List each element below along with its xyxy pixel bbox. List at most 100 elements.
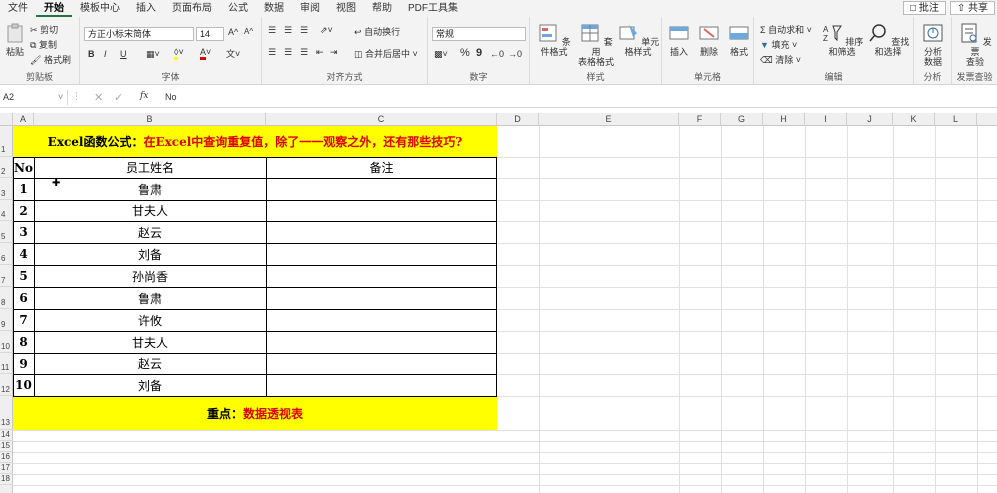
name-box-dropdown-icon[interactable]: ˅ (58, 92, 63, 102)
table-row-name[interactable]: 鲁肃 (34, 178, 266, 200)
table-row-no[interactable]: 4 (13, 243, 34, 265)
tab-template-center[interactable]: 模板中心 (72, 0, 128, 17)
row-header-12[interactable]: 12 (0, 374, 13, 396)
header-employee-name[interactable]: 员工姓名 (34, 157, 266, 178)
align-left-icon[interactable]: ☰ (268, 47, 276, 58)
wrap-text-button[interactable]: ↩ 自动换行 (354, 25, 400, 38)
column-header-e[interactable]: E (539, 113, 679, 126)
row-header-1[interactable]: 1 (0, 126, 13, 157)
row-header-15[interactable]: 15 (0, 441, 13, 452)
table-row-name[interactable]: 许攸 (34, 309, 266, 331)
row-header-7[interactable]: 7 (0, 265, 13, 287)
enter-icon[interactable]: ✓ (114, 91, 123, 104)
row-header-14[interactable]: 14 (0, 430, 13, 441)
tab-data[interactable]: 数据 (256, 0, 292, 17)
row-header-17[interactable]: 17 (0, 463, 13, 474)
share-button[interactable]: ⇧ 共享 (949, 1, 995, 15)
copy-button[interactable]: ⧉ 复制 (30, 38, 57, 51)
merge-center-button[interactable]: ◫ 合并后居中 ˅ (354, 47, 418, 60)
tab-file[interactable]: 文件 (0, 0, 36, 17)
table-row-no[interactable]: 3 (13, 221, 34, 243)
row-header-2[interactable]: 2 (0, 157, 13, 178)
bold-button[interactable]: B (88, 49, 95, 59)
percent-button[interactable]: % (460, 47, 470, 59)
table-row-name[interactable]: 甘夫人 (34, 200, 266, 221)
tab-page-layout[interactable]: 页面布局 (164, 0, 220, 17)
invoice-check-button[interactable]: 发票 查验 (958, 23, 992, 67)
decrease-decimal-icon[interactable]: →0 (508, 49, 522, 59)
select-all-corner[interactable] (0, 113, 13, 126)
italic-button[interactable]: I (104, 49, 107, 59)
grow-font-button[interactable]: A^ (228, 27, 238, 37)
table-row-name[interactable]: 甘夫人 (34, 331, 266, 353)
phonetic-button[interactable]: 文˅ (226, 47, 240, 60)
comma-button[interactable]: 9 (476, 47, 482, 59)
header-note[interactable]: 备注 (266, 157, 497, 178)
row-header-9[interactable]: 9 (0, 309, 13, 331)
column-header-i[interactable]: I (805, 113, 847, 126)
column-header-g[interactable]: G (721, 113, 763, 126)
number-format-select[interactable]: 常规 (432, 27, 526, 41)
format-as-table-button[interactable]: 套用 表格格式 (576, 23, 616, 67)
row-header-3[interactable]: 3 (0, 178, 13, 200)
tab-review[interactable]: 审阅 (292, 0, 328, 17)
table-row-no[interactable]: 2 (13, 200, 34, 221)
column-header-h[interactable]: H (763, 113, 805, 126)
align-middle-icon[interactable]: ☰ (284, 25, 292, 36)
comment-button[interactable]: □ 批注 (903, 1, 946, 15)
paste-button[interactable]: 粘贴 (4, 23, 26, 57)
tab-help[interactable]: 帮助 (364, 0, 400, 17)
find-select-button[interactable]: 查找和选择 (864, 23, 912, 57)
row-header-10[interactable]: 10 (0, 331, 13, 353)
font-name-select[interactable]: 方正小标宋简体 (84, 27, 194, 41)
column-header-k[interactable]: K (893, 113, 935, 126)
tab-formulas[interactable]: 公式 (220, 0, 256, 17)
format-cells-button[interactable]: 格式 (724, 23, 754, 57)
row-header-18[interactable]: 18 (0, 474, 13, 485)
row-header-16[interactable]: 16 (0, 452, 13, 463)
insert-cells-button[interactable]: 插入 (664, 23, 694, 57)
align-right-icon[interactable]: ☰ (300, 47, 308, 58)
table-row-name[interactable]: 赵云 (34, 221, 266, 243)
row-header-4[interactable]: 4 (0, 200, 13, 221)
row-header-8[interactable]: 8 (0, 287, 13, 309)
cut-button[interactable]: ✂ 剪切 (30, 23, 58, 36)
formula-input[interactable]: No (165, 90, 177, 105)
table-row-no[interactable]: 10 (13, 374, 34, 396)
font-size-select[interactable]: 14 (196, 27, 224, 41)
table-row-name[interactable]: 刘备 (34, 243, 266, 265)
orientation-icon[interactable]: ⇗˅ (320, 25, 333, 36)
column-header-a[interactable]: A (13, 113, 34, 126)
align-top-icon[interactable]: ☰ (268, 25, 276, 36)
clear-button[interactable]: ⌫ 清除 ˅ (760, 53, 801, 66)
border-button[interactable]: ▦˅ (146, 49, 160, 60)
row-header-11[interactable]: 11 (0, 353, 13, 374)
cancel-icon[interactable]: ✕ (94, 91, 103, 104)
row-header-13[interactable]: 13 (0, 396, 13, 430)
tab-home[interactable]: 开始 (36, 0, 72, 17)
column-header-l[interactable]: L (935, 113, 977, 126)
format-painter-button[interactable]: 🖌 格式刷 (30, 53, 71, 66)
table-row-no[interactable]: 1 (13, 178, 34, 200)
column-header-b[interactable]: B (34, 113, 266, 126)
font-color-button[interactable]: A˅ (200, 47, 211, 60)
delete-cells-button[interactable]: 删除 (694, 23, 724, 57)
decrease-indent-icon[interactable]: ⇤ (316, 47, 324, 58)
table-row-name[interactable]: 孙尚香 (34, 265, 266, 287)
table-row-no[interactable]: 9 (13, 353, 34, 374)
insert-function-icon[interactable]: fx (140, 91, 148, 101)
cell-styles-button[interactable]: 单元格样式 (616, 23, 660, 57)
header-no[interactable]: No (13, 157, 34, 178)
autosum-button[interactable]: Σ 自动求和 ˅ (760, 23, 812, 36)
fill-button[interactable]: ▼ 填充 ˅ (760, 38, 797, 51)
underline-button[interactable]: U (120, 49, 127, 59)
table-row-name[interactable]: 刘备 (34, 374, 266, 396)
tab-view[interactable]: 视图 (328, 0, 364, 17)
column-header-d[interactable]: D (497, 113, 539, 126)
sort-filter-button[interactable]: AZ 排序和筛选 (820, 23, 864, 57)
table-row-no[interactable]: 8 (13, 331, 34, 353)
increase-indent-icon[interactable]: ⇥ (330, 47, 338, 58)
table-row-name[interactable]: 鲁肃 (34, 287, 266, 309)
accounting-icon[interactable]: ▩˅ (434, 49, 448, 60)
column-header-f[interactable]: F (679, 113, 721, 126)
